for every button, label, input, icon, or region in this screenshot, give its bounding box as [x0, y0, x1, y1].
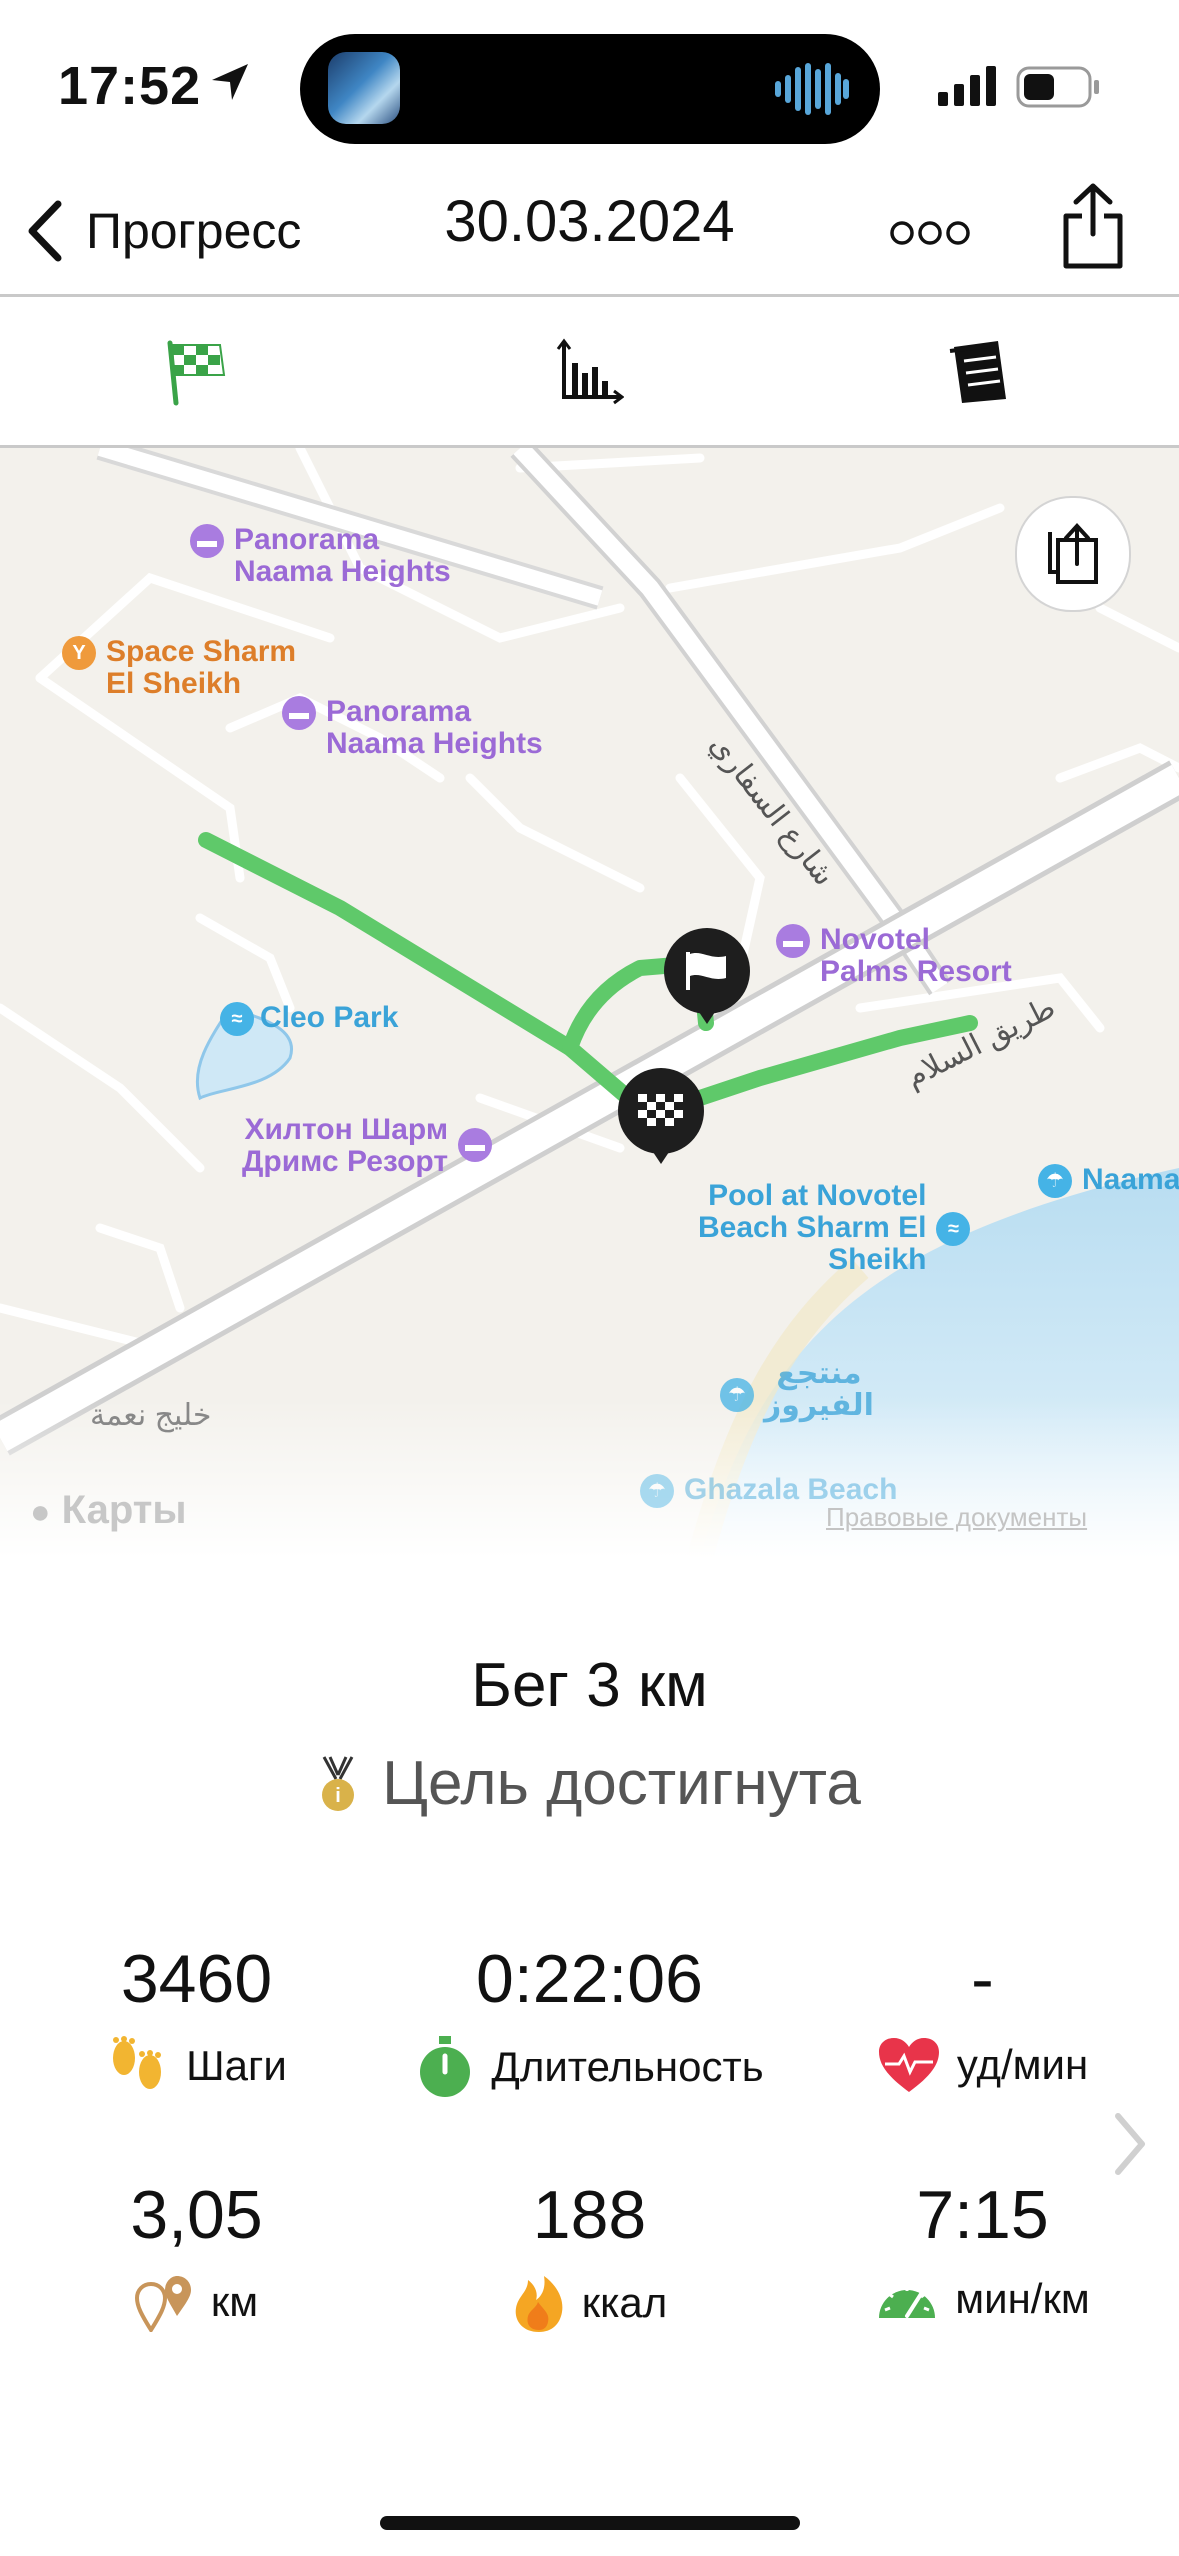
umbrella-icon: ☂ [640, 1474, 674, 1508]
activity-title: Бег 3 км [471, 1651, 708, 1720]
stat-value: 188 [532, 2177, 647, 2253]
route-map[interactable]: ▬ Panorama Naama Heights Y Space Sharm E… [0, 448, 1179, 1558]
stat-value: 3460 [120, 1941, 273, 2017]
status-bar: 17:52 [0, 0, 1179, 160]
map-poi-pool[interactable]: ≈ Pool at Novotel Beach Sharm El Sheikh [698, 1179, 971, 1276]
location-arrow-icon [212, 64, 248, 100]
tab-stats-chart-icon[interactable] [556, 337, 624, 405]
umbrella-icon: ☂ [720, 1378, 754, 1412]
poi-label: Panorama Naama Heights [326, 695, 543, 760]
pool-icon: ≈ [936, 1212, 971, 1246]
location-pins-icon [134, 2276, 191, 2332]
poi-label: Naama [1082, 1163, 1179, 1196]
cocktail-icon: Y [62, 636, 96, 670]
apple-logo-icon: ● [30, 1493, 51, 1531]
bed-icon: ▬ [190, 524, 224, 558]
finish-flag-pin[interactable] [618, 1068, 704, 1164]
start-flag-pin[interactable] [664, 928, 750, 1024]
map-poi-hotel[interactable]: ▬ Novotel Palms Resort [776, 924, 1012, 988]
poi-label: منتجع الفيروز [764, 1357, 874, 1422]
stat-label: Длительность [491, 2043, 764, 2090]
map-poi-nightlife[interactable]: Y Space Sharm El Sheikh [62, 636, 296, 700]
dynamic-island[interactable] [300, 34, 880, 144]
battery-icon [1016, 66, 1099, 108]
tab-notes-icon[interactable] [948, 337, 1012, 405]
stat-calories: 188 ккал [393, 2176, 786, 2334]
chevron-left-icon [28, 200, 62, 262]
map-share-button[interactable] [1015, 496, 1131, 612]
now-playing-artwork[interactable] [328, 52, 400, 124]
stat-value: 7:15 [916, 2177, 1049, 2253]
poi-label: Хилтон Шарм Дримс Резорт [242, 1113, 449, 1178]
map-poi-hotel[interactable]: ▬ Хилтон Шарм Дримс Резорт [242, 1113, 493, 1178]
maps-attribution: ● Карты [30, 1488, 186, 1533]
goal-status: i Цель достигнута [0, 1748, 1179, 1819]
stat-distance: 3,05 км [0, 2176, 393, 2332]
footprints-icon [113, 2036, 162, 2089]
heart-icon [878, 2038, 939, 2092]
cellular-signal-icon [938, 66, 996, 106]
goal-status-label: Цель достигнута [382, 1749, 861, 1818]
stat-duration: 0:22:06 Длительность [393, 1940, 786, 2098]
more-options-icon[interactable] [888, 218, 972, 248]
poi-label: Panorama Naama Heights [234, 523, 451, 588]
flame-icon [515, 2276, 563, 2332]
speedometer-icon [879, 2286, 936, 2318]
white-flag-icon [686, 952, 726, 990]
map-poi-beach[interactable]: ☂ Naama [1038, 1164, 1179, 1198]
share-icon[interactable] [1060, 182, 1126, 270]
status-time: 17:52 [58, 56, 202, 116]
checkered-flag-icon [638, 1094, 683, 1126]
audio-waveform-icon [775, 63, 849, 115]
chevron-right-icon[interactable] [1112, 2112, 1148, 2176]
tab-bar [0, 297, 1179, 448]
navigation-bar: Прогресс 30.03.2024 [0, 160, 1179, 297]
legal-link[interactable]: Правовые документы [826, 1502, 1087, 1533]
poi-label: Space Sharm El Sheikh [106, 635, 297, 700]
stat-value: 3,05 [130, 2177, 263, 2253]
water-park-icon: ≈ [220, 1002, 254, 1036]
bed-icon: ▬ [282, 696, 316, 730]
stat-value: 0:22:06 [476, 1941, 703, 2017]
back-button-label: Прогресс [86, 203, 302, 259]
home-indicator[interactable] [380, 2516, 800, 2530]
bed-icon: ▬ [458, 1128, 493, 1162]
stat-label: ккал [581, 2279, 668, 2326]
back-button[interactable]: Прогресс [24, 196, 301, 266]
maps-attribution-label: Карты [61, 1488, 187, 1532]
poi-label: Novotel Palms Resort [820, 923, 1012, 988]
stat-pace: 7:15 мин/км [786, 2176, 1179, 2326]
map-poi-hotel[interactable]: ▬ Panorama Naama Heights [190, 524, 451, 588]
map-canvas[interactable] [0, 448, 1179, 1558]
stat-value: - [971, 1941, 994, 2017]
stat-steps: 3460 Шаги [0, 1940, 393, 2096]
map-poi-water-park[interactable]: ≈ Cleo Park [220, 1002, 398, 1036]
poi-label: Cleo Park [260, 1001, 399, 1034]
stat-heart-rate: - уд/мин [786, 1940, 1179, 2094]
medal-icon: i [322, 1755, 355, 1811]
stat-label: Шаги [186, 2042, 287, 2089]
stopwatch-icon [420, 2036, 471, 2097]
svg-text:i: i [335, 1785, 341, 1807]
map-poi-hotel[interactable]: ▬ Panorama Naama Heights [282, 696, 543, 760]
poi-label: Pool at Novotel Beach Sharm El Sheikh [698, 1179, 927, 1276]
map-poi-beach[interactable]: ☂ منتجع الفيروز [720, 1358, 874, 1422]
bed-icon: ▬ [776, 924, 810, 958]
share-icon [1048, 523, 1098, 584]
stat-label: км [210, 2278, 259, 2325]
tab-route-finish-flag-icon[interactable] [162, 337, 230, 407]
stat-label: мин/км [955, 2275, 1090, 2322]
stat-label: уд/мин [956, 2041, 1089, 2088]
street-label: خليج نعمة [90, 1399, 212, 1432]
umbrella-icon: ☂ [1038, 1164, 1072, 1198]
